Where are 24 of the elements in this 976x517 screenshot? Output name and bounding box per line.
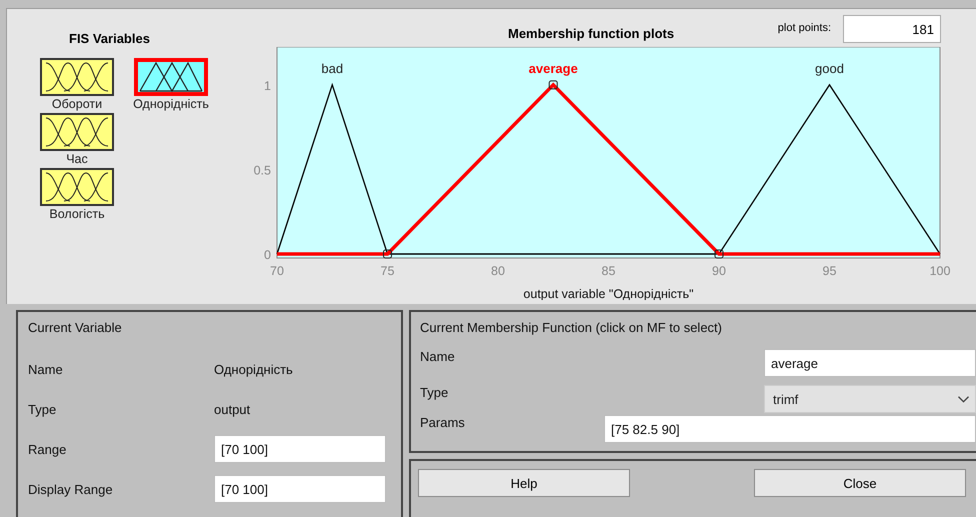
axis-tick-label: 1 <box>264 78 271 93</box>
field-value: output <box>214 402 252 416</box>
axis-tick-label: 90 <box>712 264 726 278</box>
field-label: plot points: <box>778 22 831 34</box>
panel-title: Current Variable <box>28 320 123 335</box>
panel-title: Current Membership Function (click on MF to select) <box>420 320 723 335</box>
field-label: Type <box>420 385 450 400</box>
axis-tick-label: 95 <box>822 264 836 278</box>
axis-tick-label: 75 <box>380 264 394 278</box>
axis-tick-label: 70 <box>270 264 284 278</box>
axis-tick-label: 0.5 <box>254 163 271 178</box>
field-label: Params <box>420 415 466 430</box>
field-label: Name <box>420 349 456 364</box>
axis-tick-label: 100 <box>930 264 950 278</box>
field-label: Display Range <box>28 482 114 496</box>
plot-title: Membership function plots <box>508 26 674 41</box>
axis-tick-label: 0 <box>264 248 271 262</box>
field-label: Name <box>28 362 64 376</box>
axis-tick-label: 80 <box>491 264 505 278</box>
field-value: Однорідність <box>214 362 294 376</box>
panel-title: FIS Variables <box>69 31 151 46</box>
field-label: Range <box>28 442 68 456</box>
field-label: Type <box>28 402 58 416</box>
axis-tick-label: 85 <box>602 264 616 278</box>
